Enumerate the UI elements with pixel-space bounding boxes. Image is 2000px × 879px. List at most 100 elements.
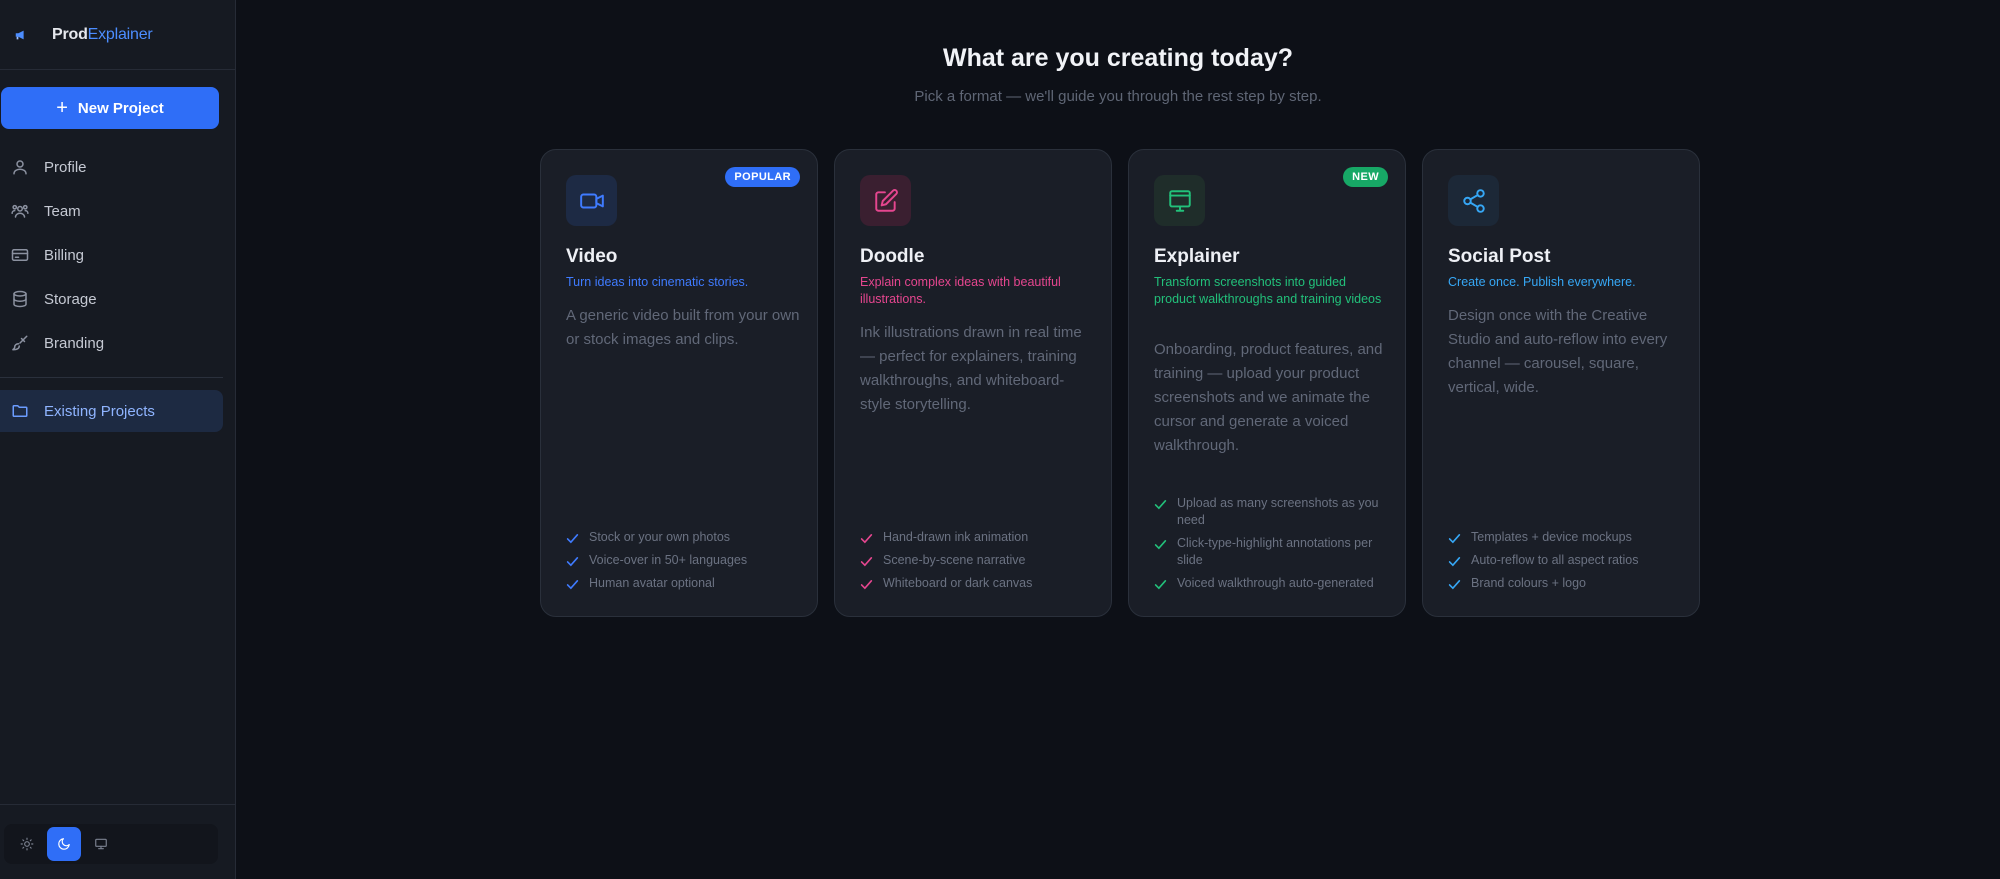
pencil-square-icon bbox=[874, 188, 898, 212]
card-icon-tile bbox=[1448, 175, 1499, 226]
brand-name-part-1: Prod bbox=[52, 25, 88, 43]
sidebar-item-label: Profile bbox=[44, 158, 87, 176]
feature-text: Whiteboard or dark canvas bbox=[883, 576, 1033, 590]
format-card-social-post[interactable]: Social Post Create once. Publish everywh… bbox=[1422, 149, 1700, 617]
feature-text: Brand colours + logo bbox=[1471, 576, 1587, 590]
card-description: Ink illustrations drawn in real time — p… bbox=[860, 324, 1082, 413]
folder-icon bbox=[12, 405, 28, 417]
sidebar-item-team[interactable]: Team bbox=[0, 189, 236, 233]
theme-system-button[interactable] bbox=[84, 827, 118, 861]
feature-text: Scene-by-scene narrative bbox=[883, 553, 1026, 567]
card-title: Social Post bbox=[1448, 246, 1551, 267]
feature-item: Voice-over in 50+ languages bbox=[566, 552, 801, 569]
theme-switcher bbox=[4, 824, 218, 864]
card-title: Explainer bbox=[1154, 246, 1240, 267]
format-card-explainer[interactable]: NEW Explainer Transform screenshots into… bbox=[1128, 149, 1406, 617]
card-tagline: Transform screenshots into guided produc… bbox=[1154, 275, 1382, 306]
feature-list: Upload as many screenshots as you need C… bbox=[1154, 489, 1389, 592]
feature-item: Auto-reflow to all aspect ratios bbox=[1448, 552, 1683, 569]
share-icon bbox=[1462, 188, 1485, 213]
new-project-button[interactable]: + New Project bbox=[1, 87, 219, 129]
sidebar-item-label: Billing bbox=[44, 246, 85, 264]
card-description: Design once with the Creative Studio and… bbox=[1448, 307, 1668, 396]
feature-text: Templates + device mockups bbox=[1471, 530, 1632, 544]
theme-light-button[interactable] bbox=[10, 827, 44, 861]
feature-item: Human avatar optional bbox=[566, 575, 801, 592]
card-title: Video bbox=[566, 246, 618, 267]
card-description: Onboarding, product features, and traini… bbox=[1154, 341, 1383, 454]
feature-text: Hand-drawn ink animation bbox=[883, 530, 1029, 544]
card-icon-tile bbox=[566, 175, 617, 226]
format-card-video[interactable]: POPULAR Video Turn ideas into cinematic … bbox=[540, 149, 818, 617]
new-project-label: New Project bbox=[77, 99, 164, 117]
database-icon bbox=[13, 290, 27, 308]
sun-icon bbox=[20, 837, 34, 851]
brand-name-part-2: Explainer bbox=[87, 25, 153, 43]
feature-item: Hand-drawn ink animation bbox=[860, 529, 1095, 546]
feature-item: Brand colours + logo bbox=[1448, 575, 1683, 592]
sidebar-item-existing-projects[interactable]: Existing Projects bbox=[0, 390, 223, 432]
sidebar-item-label: Storage bbox=[44, 290, 97, 308]
megaphone-logo-icon bbox=[14, 28, 28, 42]
check-icon bbox=[1154, 500, 1167, 510]
users-icon bbox=[11, 204, 29, 218]
feature-text: Stock or your own photos bbox=[589, 530, 731, 544]
sidebar-item-profile[interactable]: Profile bbox=[0, 145, 236, 189]
feature-text: Human avatar optional bbox=[589, 576, 715, 590]
sidebar-item-storage[interactable]: Storage bbox=[0, 277, 236, 321]
feature-list: Hand-drawn ink animation Scene-by-scene … bbox=[860, 523, 1095, 592]
feature-text: Click-type-highlight annotations per sli… bbox=[1177, 536, 1373, 567]
user-icon bbox=[13, 160, 27, 175]
sidebar-item-label: Existing Projects bbox=[44, 402, 155, 420]
check-icon bbox=[1154, 540, 1167, 550]
check-icon bbox=[1154, 580, 1167, 590]
sidebar-item-branding[interactable]: Branding bbox=[0, 321, 236, 365]
sidebar-nav: Profile Team Billing Storage Branding bbox=[0, 145, 236, 365]
sidebar-item-label: Branding bbox=[44, 334, 105, 352]
brush-icon bbox=[12, 335, 28, 351]
theme-dark-button[interactable] bbox=[47, 827, 81, 861]
page-title: What are you creating today? bbox=[942, 44, 1294, 72]
sidebar: ProdExplainer + New Project Profile Team… bbox=[0, 0, 236, 879]
feature-item: Stock or your own photos bbox=[566, 529, 801, 546]
feature-item: Scene-by-scene narrative bbox=[860, 552, 1095, 569]
check-icon bbox=[860, 580, 873, 590]
sidebar-item-billing[interactable]: Billing bbox=[0, 233, 236, 277]
feature-item: Click-type-highlight annotations per sli… bbox=[1154, 535, 1389, 569]
credit-card-icon bbox=[11, 249, 29, 261]
feature-list: Stock or your own photos Voice-over in 5… bbox=[566, 523, 801, 592]
plus-icon: + bbox=[56, 97, 68, 119]
feature-text: Voiced walkthrough auto-generated bbox=[1177, 576, 1374, 590]
card-tagline: Create once. Publish everywhere. bbox=[1448, 275, 1636, 289]
card-icon-tile bbox=[860, 175, 911, 226]
feature-item: Whiteboard or dark canvas bbox=[860, 575, 1095, 592]
feature-text: Auto-reflow to all aspect ratios bbox=[1471, 553, 1639, 567]
check-icon bbox=[566, 534, 579, 544]
sidebar-divider bbox=[0, 377, 223, 378]
card-tagline: Explain complex ideas with beautiful ill… bbox=[860, 275, 1061, 306]
feature-item: Templates + device mockups bbox=[1448, 529, 1683, 546]
popular-badge: POPULAR bbox=[725, 167, 800, 187]
check-icon bbox=[1448, 580, 1461, 590]
check-icon bbox=[860, 534, 873, 544]
monitor-icon bbox=[95, 838, 107, 850]
check-icon bbox=[1448, 534, 1461, 544]
brand-name: ProdExplainer bbox=[52, 26, 153, 44]
check-icon bbox=[566, 557, 579, 567]
card-icon-tile bbox=[1154, 175, 1205, 226]
monitor-icon bbox=[1168, 189, 1191, 212]
feature-item: Voiced walkthrough auto-generated bbox=[1154, 575, 1389, 592]
check-icon bbox=[860, 557, 873, 567]
video-camera-icon bbox=[579, 193, 604, 208]
feature-item: Upload as many screenshots as you need bbox=[1154, 495, 1389, 529]
card-title: Doodle bbox=[860, 246, 925, 267]
moon-icon bbox=[58, 838, 70, 850]
brand[interactable]: ProdExplainer bbox=[0, 0, 235, 70]
page-subtitle: Pick a format — we'll guide you through … bbox=[914, 88, 1322, 105]
format-card-doodle[interactable]: Doodle Explain complex ideas with beauti… bbox=[834, 149, 1112, 617]
check-icon bbox=[1448, 557, 1461, 567]
card-description: A generic video built from your own or s… bbox=[566, 307, 800, 348]
check-icon bbox=[566, 580, 579, 590]
card-tagline: Turn ideas into cinematic stories. bbox=[566, 275, 749, 289]
feature-text: Voice-over in 50+ languages bbox=[589, 553, 748, 567]
